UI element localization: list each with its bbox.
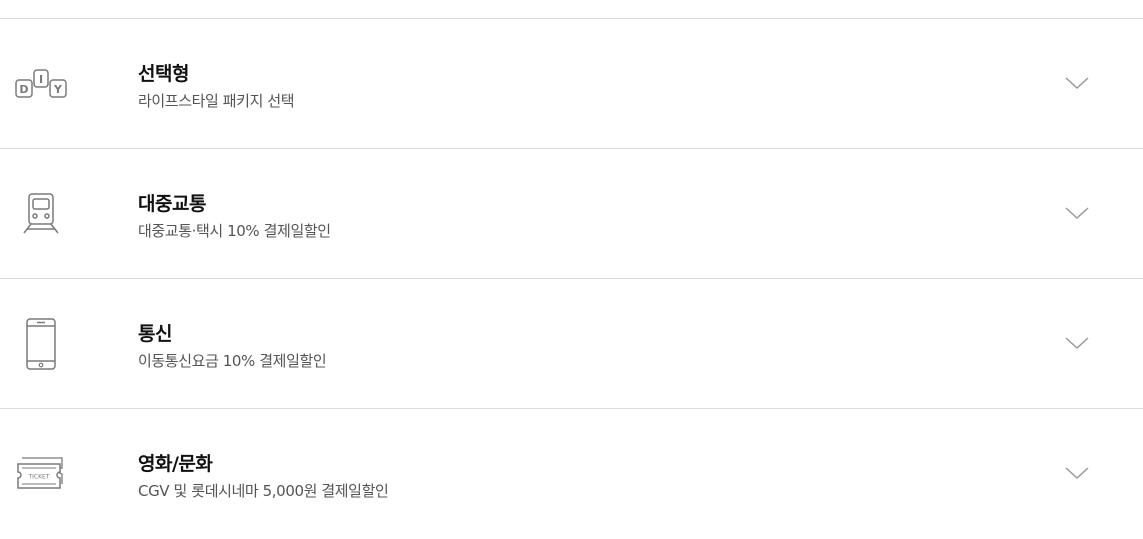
- benefit-title: 통신: [138, 323, 172, 345]
- ticket-icon: TICKET: [12, 449, 70, 499]
- benefit-description: 이동통신요금 10% 결제일할인: [138, 352, 327, 370]
- benefit-title: 대중교통: [138, 193, 206, 215]
- benefit-accordion-list: D I Y 선택형 라이프스타일 패키지 선택 대중교통 대중교통·택시 10%…: [0, 18, 1143, 539]
- diy-block-i-letter: I: [39, 73, 43, 86]
- chevron-down-icon[interactable]: [1060, 201, 1094, 225]
- smartphone-icon: [12, 318, 70, 370]
- chevron-down-icon[interactable]: [1060, 331, 1094, 355]
- benefit-title: 영화/문화: [138, 453, 213, 475]
- diy-block-y-letter: Y: [53, 83, 63, 96]
- benefit-description: 대중교통·택시 10% 결제일할인: [138, 222, 331, 240]
- benefit-title: 선택형: [138, 63, 189, 85]
- ticket-label: TICKET: [27, 474, 49, 481]
- benefit-item-mobile[interactable]: 통신 이동통신요금 10% 결제일할인: [0, 279, 1143, 409]
- benefit-description: 라이프스타일 패키지 선택: [138, 92, 295, 110]
- benefit-item-transit[interactable]: 대중교통 대중교통·택시 10% 결제일할인: [0, 149, 1143, 279]
- diy-block-d-letter: D: [19, 83, 28, 96]
- diy-blocks-icon: D I Y: [12, 59, 70, 109]
- chevron-down-icon[interactable]: [1060, 461, 1094, 485]
- train-icon: [12, 189, 70, 239]
- chevron-down-icon[interactable]: [1060, 71, 1094, 95]
- benefit-description: CGV 및 롯데시네마 5,000원 결제일할인: [138, 482, 389, 500]
- benefit-item-diy[interactable]: D I Y 선택형 라이프스타일 패키지 선택: [0, 19, 1143, 149]
